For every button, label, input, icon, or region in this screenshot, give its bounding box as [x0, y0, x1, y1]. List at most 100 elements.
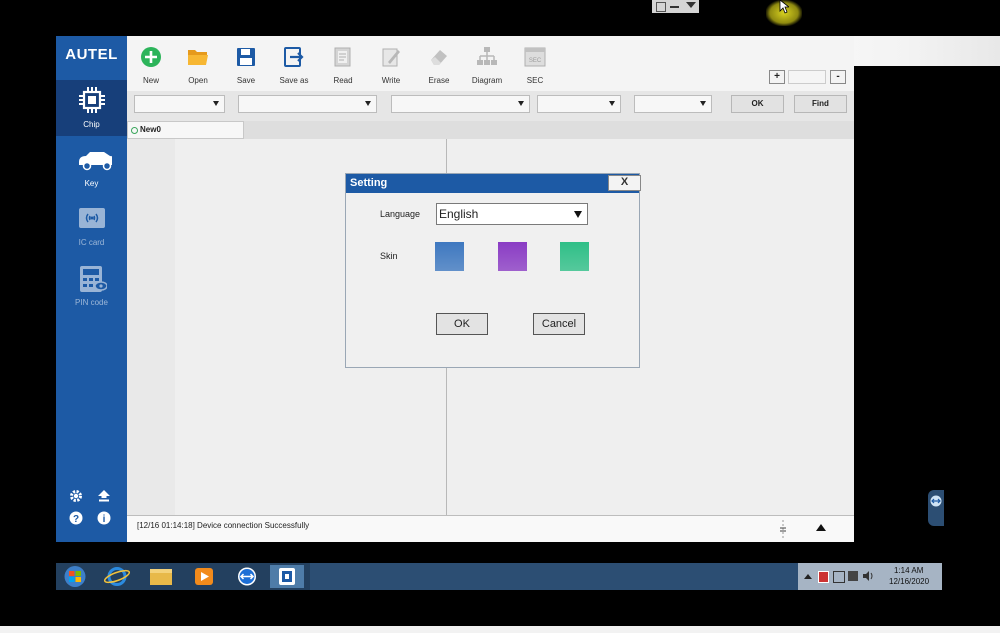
app-logo: AUTEL: [65, 46, 118, 63]
write-button[interactable]: Write: [367, 42, 415, 90]
language-select[interactable]: English: [436, 203, 588, 225]
teamviewer-icon: [930, 495, 942, 507]
filter-dropdown-1[interactable]: [134, 95, 225, 113]
resize-handle-icon[interactable]: [779, 520, 787, 538]
mouse-cursor-highlight: [766, 0, 802, 26]
filter-bar: OK Find: [127, 91, 854, 122]
sidebar-item-label: PIN code: [75, 298, 108, 307]
zoom-in-button[interactable]: +: [769, 70, 785, 84]
erase-button[interactable]: Erase: [415, 42, 463, 90]
sec-button[interactable]: SEC SEC: [511, 42, 559, 90]
key-icon: [79, 152, 112, 171]
sidebar-item-ic-card[interactable]: IC card: [56, 198, 127, 254]
cursor-icon: [779, 0, 789, 14]
chevron-down-icon[interactable]: [686, 2, 696, 8]
chevron-up-icon[interactable]: [816, 524, 826, 531]
side-widget[interactable]: [928, 490, 944, 526]
sidebar-item-label: Key: [84, 179, 99, 188]
dialog-title: Setting: [346, 174, 639, 193]
status-message: [12/16 01:14:18] Device connection Succe…: [137, 521, 310, 530]
grid-icon[interactable]: [656, 2, 666, 12]
pin-code-icon: [80, 266, 107, 292]
ic-card-icon: [79, 208, 105, 228]
svg-text:SEC: SEC: [529, 58, 542, 64]
save-button-label: Save: [236, 76, 256, 85]
read-button[interactable]: Read: [319, 42, 367, 90]
clock-date[interactable]: 12/16/2020: [889, 577, 929, 586]
sidebar-item-pin-code[interactable]: PIN code: [56, 258, 127, 314]
tab-label: New0: [140, 125, 161, 134]
taskbar-ie[interactable]: [100, 565, 134, 588]
upload-icon[interactable]: [97, 489, 111, 503]
tab-bar: New0: [127, 121, 854, 139]
show-hidden-icons-icon[interactable]: [804, 574, 812, 579]
sidebar-item-chip[interactable]: Chip: [56, 80, 127, 136]
dialog-ok-button[interactable]: OK: [436, 313, 488, 335]
svg-text:i: i: [103, 514, 106, 525]
read-icon: [334, 47, 351, 67]
sidebar-item-label: IC card: [78, 238, 105, 247]
chevron-down-icon: [365, 101, 371, 106]
plus-circle-icon: [141, 47, 161, 67]
screen-bottom-strip: [0, 626, 1000, 633]
sec-button-label: SEC: [526, 76, 544, 85]
filter-ok-button[interactable]: OK: [731, 95, 784, 113]
taskbar: 1:14 AM 12/16/2020: [56, 563, 942, 590]
chevron-down-icon: [609, 101, 615, 106]
remote-control-bar[interactable]: [652, 0, 699, 13]
filter-dropdown-4[interactable]: [537, 95, 621, 113]
tab-new0[interactable]: New0: [127, 121, 244, 139]
media-player-icon: [195, 568, 213, 585]
sec-icon: SEC: [524, 47, 546, 67]
action-center-icon[interactable]: [818, 571, 829, 583]
floppy-disk-icon: [237, 48, 255, 66]
diagram-button[interactable]: Diagram: [463, 42, 511, 90]
start-button[interactable]: [58, 565, 92, 588]
chip-icon: [279, 568, 295, 585]
teamviewer-icon: [238, 567, 256, 586]
minimize-icon[interactable]: [670, 6, 679, 8]
chevron-down-icon: [518, 101, 524, 106]
save-as-button[interactable]: Save as: [270, 42, 318, 90]
sidebar-item-label: Chip: [83, 120, 100, 129]
device-icon[interactable]: [833, 571, 845, 583]
diagram-icon: [477, 47, 497, 65]
sidebar: AUTEL Chip Key IC card PIN code ? i: [56, 36, 127, 542]
find-button[interactable]: Find: [794, 95, 847, 113]
chevron-down-icon: [700, 101, 706, 106]
folder-icon: [188, 50, 208, 65]
write-button-label: Write: [381, 76, 401, 85]
network-icon[interactable]: [848, 571, 858, 581]
new-button[interactable]: New: [127, 42, 175, 90]
read-button-label: Read: [333, 76, 353, 85]
skin-swatch-blue[interactable]: [435, 242, 464, 271]
open-button[interactable]: Open: [174, 42, 222, 90]
gear-icon[interactable]: [69, 489, 83, 503]
dialog-cancel-button[interactable]: Cancel: [533, 313, 585, 335]
sidebar-item-key[interactable]: Key: [56, 139, 127, 195]
zoom-field[interactable]: [788, 70, 826, 84]
skin-label: Skin: [380, 251, 398, 261]
zoom-out-button[interactable]: -: [830, 70, 846, 84]
volume-icon[interactable]: [862, 570, 874, 582]
chevron-down-icon: [574, 211, 582, 218]
filter-dropdown-2[interactable]: [238, 95, 377, 113]
taskbar-teamviewer[interactable]: [230, 565, 264, 588]
dialog-close-button[interactable]: X: [608, 175, 641, 191]
filter-dropdown-5[interactable]: [634, 95, 712, 113]
left-pane: [127, 139, 175, 515]
taskbar-media-player[interactable]: [187, 565, 221, 588]
status-bar: [12/16 01:14:18] Device connection Succe…: [127, 515, 854, 542]
taskbar-explorer[interactable]: [144, 565, 178, 588]
erase-button-label: Erase: [428, 76, 450, 85]
clock-time[interactable]: 1:14 AM: [894, 566, 923, 575]
write-icon: [382, 48, 400, 67]
filter-dropdown-3[interactable]: [391, 95, 530, 113]
info-icon[interactable]: i: [97, 511, 111, 525]
help-icon[interactable]: ?: [69, 511, 83, 525]
chevron-down-icon: [213, 101, 219, 106]
save-button[interactable]: Save: [222, 42, 270, 90]
skin-swatch-purple[interactable]: [498, 242, 527, 271]
skin-swatch-green[interactable]: [560, 242, 589, 271]
taskbar-autel-app[interactable]: [270, 565, 304, 588]
